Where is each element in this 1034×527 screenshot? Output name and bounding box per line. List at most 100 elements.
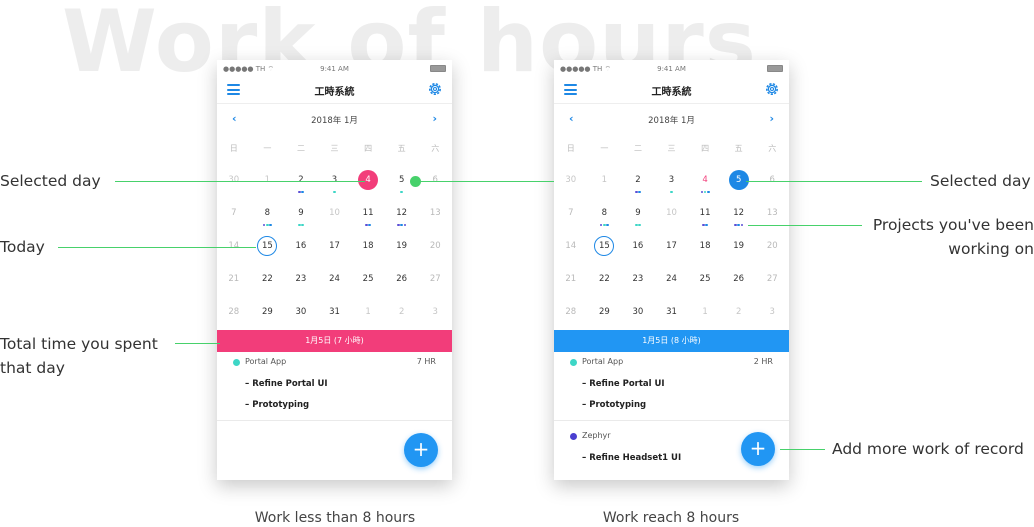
weekday-label: 四 (364, 143, 373, 153)
calendar-day[interactable]: 27 (755, 263, 789, 296)
project-hours: 2 HR (753, 357, 773, 366)
month-label: 2018年 1月 (648, 116, 695, 126)
gear-icon[interactable] (427, 81, 443, 97)
calendar-day[interactable]: 9 (621, 197, 655, 230)
calendar-day[interactable]: 30 (554, 164, 588, 197)
add-record-button[interactable]: + (741, 432, 775, 466)
battery-icon (767, 65, 783, 72)
calendar-day[interactable]: 8 (251, 197, 285, 230)
calendar-day[interactable]: 9 (284, 197, 318, 230)
calendar-day[interactable]: 31 (318, 296, 352, 329)
calendar-day[interactable]: 28 (554, 296, 588, 329)
calendar-day-today[interactable]: 15 (588, 230, 622, 263)
calendar-day[interactable]: 21 (554, 263, 588, 296)
task-item[interactable]: – Prototyping (233, 395, 436, 416)
guide-dot (410, 176, 421, 187)
next-month-chevron-icon[interactable]: › (432, 112, 437, 125)
calendar-day[interactable]: 18 (688, 230, 722, 263)
calendar-day[interactable]: 3 (755, 296, 789, 329)
add-record-button[interactable]: + (404, 433, 438, 467)
calendar-day[interactable]: 23 (621, 263, 655, 296)
day-total-band: 1月5日 (7 小時) (217, 330, 452, 352)
calendar-day[interactable]: 30 (284, 296, 318, 329)
calendar-day[interactable]: 29 (251, 296, 285, 329)
gear-icon[interactable] (764, 81, 780, 97)
calendar-day[interactable]: 24 (655, 263, 689, 296)
calendar-day[interactable]: 20 (755, 230, 789, 263)
calendar-day[interactable]: 26 (722, 263, 756, 296)
calendar-day[interactable]: 19 (385, 230, 419, 263)
calendar-day[interactable]: 10 (655, 197, 689, 230)
calendar-day[interactable]: 1 (588, 164, 622, 197)
calendar-day[interactable]: 29 (588, 296, 622, 329)
calendar-day[interactable]: 1 (688, 296, 722, 329)
calendar-day[interactable]: 17 (655, 230, 689, 263)
project-entry[interactable]: Portal App 2 HR – Refine Portal UI – Pro… (554, 352, 789, 416)
calendar-day[interactable]: 26 (385, 263, 419, 296)
weekday-label: 二 (296, 143, 305, 153)
calendar-day[interactable]: 16 (284, 230, 318, 263)
calendar-day[interactable]: 22 (588, 263, 622, 296)
calendar-day[interactable]: 8 (588, 197, 622, 230)
day-total-band: 1月5日 (8 小時) (554, 330, 789, 352)
calendar-day[interactable]: 7 (217, 197, 251, 230)
calendar-day[interactable]: 30 (621, 296, 655, 329)
annotation-today: Today (0, 238, 45, 256)
calendar-day[interactable]: 21 (217, 263, 251, 296)
weekday-header: 日 一 二 三 四 五 六 (217, 132, 452, 164)
calendar-day[interactable]: 2 (385, 296, 419, 329)
calendar-week: 28 29 30 31 1 2 3 (554, 296, 789, 329)
task-item[interactable]: – Refine Portal UI (570, 374, 773, 395)
divider (217, 420, 452, 421)
calendar-day[interactable]: 16 (621, 230, 655, 263)
status-time: 9:41 AM (657, 65, 686, 73)
calendar-day[interactable]: 31 (655, 296, 689, 329)
month-selector: ‹ 2018年 1月 › (217, 104, 452, 132)
calendar-day[interactable]: 3 (655, 164, 689, 197)
weekday-label: 五 (734, 143, 743, 153)
guide-line (748, 225, 862, 226)
calendar-day[interactable]: 3 (418, 296, 452, 329)
calendar-day[interactable]: 1 (351, 296, 385, 329)
calendar-day[interactable]: 7 (554, 197, 588, 230)
calendar-day[interactable]: 4 (688, 164, 722, 197)
annotation-add-more: Add more work of record (832, 440, 1024, 458)
calendar-day[interactable]: 17 (318, 230, 352, 263)
calendar-day[interactable]: 2 (621, 164, 655, 197)
calendar-day[interactable]: 2 (722, 296, 756, 329)
calendar-day[interactable]: 11 (688, 197, 722, 230)
nav-bar: 工時系統 (217, 77, 452, 104)
calendar-day[interactable]: 22 (251, 263, 285, 296)
calendar-week: 21 22 23 24 25 26 27 (217, 263, 452, 296)
task-item[interactable]: – Refine Portal UI (233, 374, 436, 395)
calendar-day[interactable]: 12 (385, 197, 419, 230)
calendar-day[interactable]: 18 (351, 230, 385, 263)
calendar-day[interactable]: 10 (318, 197, 352, 230)
calendar-day[interactable]: 13 (418, 197, 452, 230)
month-selector: ‹ 2018年 1月 › (554, 104, 789, 132)
calendar-day[interactable]: 23 (284, 263, 318, 296)
calendar-day[interactable]: 14 (554, 230, 588, 263)
guide-line (746, 181, 922, 182)
weekday-label: 日 (566, 143, 575, 153)
calendar-day[interactable]: 25 (351, 263, 385, 296)
calendar-week: 28 29 30 31 1 2 3 (217, 296, 452, 329)
task-item[interactable]: – Prototyping (570, 395, 773, 416)
guide-line (115, 181, 365, 182)
annotation-projects: Projects you've been working on (872, 216, 1034, 258)
annotation-total-time: Total time you spent that day (0, 335, 158, 377)
annotation-selected-day-left: Selected day (0, 172, 101, 190)
calendar-day[interactable]: 27 (418, 263, 452, 296)
guide-line (780, 449, 825, 450)
guide-line (58, 247, 256, 248)
calendar-day[interactable]: 20 (418, 230, 452, 263)
calendar-day[interactable]: 28 (217, 296, 251, 329)
calendar-day[interactable]: 11 (351, 197, 385, 230)
calendar-day[interactable]: 19 (722, 230, 756, 263)
calendar-day[interactable]: 25 (688, 263, 722, 296)
calendar-day[interactable]: 24 (318, 263, 352, 296)
project-entry[interactable]: Portal App 7 HR – Refine Portal UI – Pro… (217, 352, 452, 416)
calendar-grid: 30 1 2 3 4 5 6 7 8 9 10 11 12 13 14 15 1… (554, 164, 789, 329)
next-month-chevron-icon[interactable]: › (769, 112, 774, 125)
calendar-week: 14 15 16 17 18 19 20 (554, 230, 789, 263)
